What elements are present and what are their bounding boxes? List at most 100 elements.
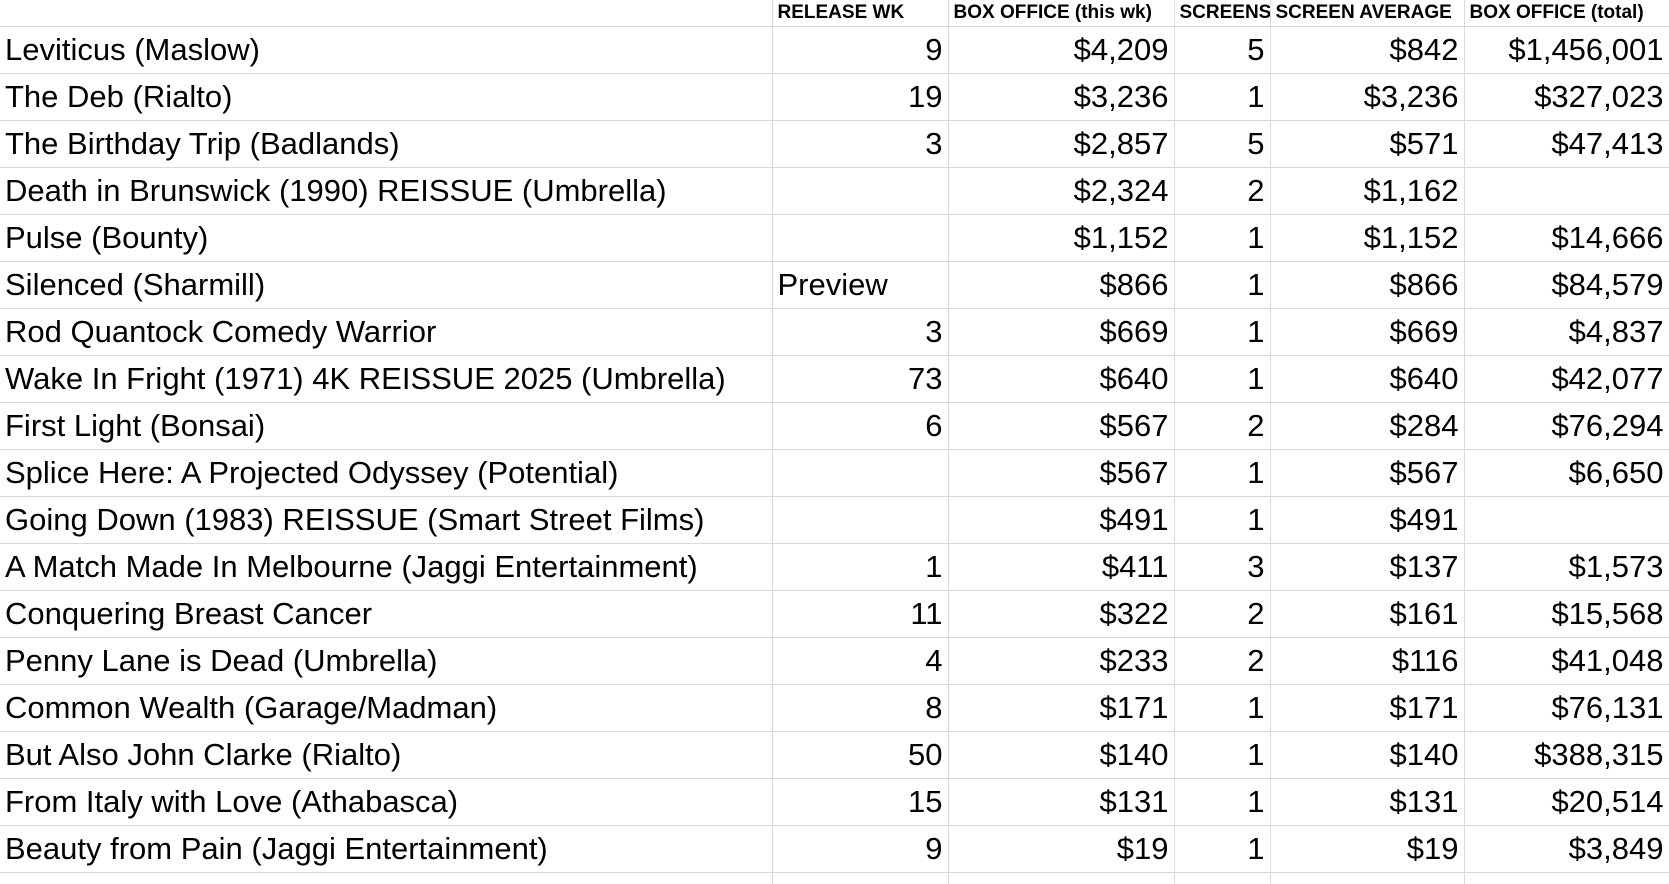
screen-average-cell[interactable]: $640 bbox=[1270, 355, 1465, 403]
screen-average-cell[interactable]: $131 bbox=[1270, 778, 1465, 826]
empty-cell[interactable] bbox=[1174, 872, 1271, 884]
screens-cell[interactable]: 2 bbox=[1174, 590, 1271, 638]
release-wk-cell[interactable]: 19 bbox=[772, 73, 949, 121]
box-office-week-cell[interactable]: $140 bbox=[948, 731, 1175, 779]
box-office-week-cell[interactable]: $4,209 bbox=[948, 26, 1175, 74]
box-office-total-cell[interactable]: $41,048 bbox=[1464, 637, 1669, 685]
release-wk-cell[interactable]: 8 bbox=[772, 684, 949, 732]
box-office-total-cell[interactable]: $47,413 bbox=[1464, 120, 1669, 168]
screen-average-cell[interactable]: $567 bbox=[1270, 449, 1465, 497]
box-office-total-cell[interactable]: $42,077 bbox=[1464, 355, 1669, 403]
release-wk-cell[interactable]: 73 bbox=[772, 355, 949, 403]
title-cell[interactable]: Penny Lane is Dead (Umbrella) bbox=[0, 637, 773, 685]
box-office-total-cell[interactable]: $327,023 bbox=[1464, 73, 1669, 121]
release-wk-cell[interactable]: 3 bbox=[772, 308, 949, 356]
screens-cell[interactable]: 1 bbox=[1174, 261, 1271, 309]
screens-cell[interactable]: 3 bbox=[1174, 543, 1271, 591]
box-office-total-cell[interactable]: $76,294 bbox=[1464, 402, 1669, 450]
empty-cell[interactable] bbox=[948, 872, 1175, 884]
box-office-week-cell[interactable]: $3,236 bbox=[948, 73, 1175, 121]
box-office-week-cell[interactable]: $411 bbox=[948, 543, 1175, 591]
screen-average-cell[interactable]: $116 bbox=[1270, 637, 1465, 685]
release-wk-cell[interactable]: Preview bbox=[772, 261, 949, 309]
screens-cell[interactable]: 2 bbox=[1174, 637, 1271, 685]
box-office-week-cell[interactable]: $2,857 bbox=[948, 120, 1175, 168]
release-wk-cell[interactable]: 4 bbox=[772, 637, 949, 685]
title-cell[interactable]: A Match Made In Melbourne (Jaggi Enterta… bbox=[0, 543, 773, 591]
box-office-total-cell[interactable]: $20,514 bbox=[1464, 778, 1669, 826]
box-office-total-cell[interactable]: $14,666 bbox=[1464, 214, 1669, 262]
screens-cell[interactable]: 1 bbox=[1174, 73, 1271, 121]
release-wk-cell[interactable]: 6 bbox=[772, 402, 949, 450]
screen-average-cell[interactable]: $491 bbox=[1270, 496, 1465, 544]
title-cell[interactable]: Splice Here: A Projected Odyssey (Potent… bbox=[0, 449, 773, 497]
box-office-total-cell[interactable]: $1,456,001 bbox=[1464, 26, 1669, 74]
box-office-total-cell[interactable]: $4,837 bbox=[1464, 308, 1669, 356]
release-wk-cell[interactable]: 9 bbox=[772, 825, 949, 873]
screens-cell[interactable]: 1 bbox=[1174, 684, 1271, 732]
release-wk-cell[interactable] bbox=[772, 214, 949, 262]
screen-average-cell[interactable]: $140 bbox=[1270, 731, 1465, 779]
header-cell-box-office-this-wk[interactable]: BOX OFFICE (this wk) bbox=[948, 0, 1175, 27]
screen-average-cell[interactable]: $284 bbox=[1270, 402, 1465, 450]
box-office-total-cell[interactable] bbox=[1464, 167, 1669, 215]
release-wk-cell[interactable]: 11 bbox=[772, 590, 949, 638]
header-cell-screen-average[interactable]: SCREEN AVERAGE bbox=[1270, 0, 1465, 27]
screen-average-cell[interactable]: $866 bbox=[1270, 261, 1465, 309]
title-cell[interactable]: First Light (Bonsai) bbox=[0, 402, 773, 450]
title-cell[interactable]: Pulse (Bounty) bbox=[0, 214, 773, 262]
header-cell-release-wk[interactable]: RELEASE WK bbox=[772, 0, 949, 27]
screen-average-cell[interactable]: $842 bbox=[1270, 26, 1465, 74]
box-office-week-cell[interactable]: $640 bbox=[948, 355, 1175, 403]
title-cell[interactable]: Beauty from Pain (Jaggi Entertainment) bbox=[0, 825, 773, 873]
title-cell[interactable]: Leviticus (Maslow) bbox=[0, 26, 773, 74]
title-cell[interactable]: The Birthday Trip (Badlands) bbox=[0, 120, 773, 168]
screens-cell[interactable]: 1 bbox=[1174, 731, 1271, 779]
release-wk-cell[interactable] bbox=[772, 167, 949, 215]
title-cell[interactable]: Silenced (Sharmill) bbox=[0, 261, 773, 309]
screens-cell[interactable]: 2 bbox=[1174, 402, 1271, 450]
release-wk-cell[interactable]: 15 bbox=[772, 778, 949, 826]
release-wk-cell[interactable]: 9 bbox=[772, 26, 949, 74]
screens-cell[interactable]: 1 bbox=[1174, 214, 1271, 262]
release-wk-cell[interactable]: 50 bbox=[772, 731, 949, 779]
title-cell[interactable]: Wake In Fright (1971) 4K REISSUE 2025 (U… bbox=[0, 355, 773, 403]
title-cell[interactable]: Rod Quantock Comedy Warrior bbox=[0, 308, 773, 356]
screens-cell[interactable]: 1 bbox=[1174, 825, 1271, 873]
box-office-total-cell[interactable]: $1,573 bbox=[1464, 543, 1669, 591]
title-cell[interactable]: Conquering Breast Cancer bbox=[0, 590, 773, 638]
screen-average-cell[interactable]: $137 bbox=[1270, 543, 1465, 591]
screen-average-cell[interactable]: $1,152 bbox=[1270, 214, 1465, 262]
box-office-total-cell[interactable]: $84,579 bbox=[1464, 261, 1669, 309]
box-office-week-cell[interactable]: $669 bbox=[948, 308, 1175, 356]
box-office-week-cell[interactable]: $2,324 bbox=[948, 167, 1175, 215]
title-cell[interactable]: But Also John Clarke (Rialto) bbox=[0, 731, 773, 779]
screens-cell[interactable]: 2 bbox=[1174, 167, 1271, 215]
box-office-week-cell[interactable]: $171 bbox=[948, 684, 1175, 732]
empty-cell[interactable] bbox=[1464, 872, 1669, 884]
release-wk-cell[interactable] bbox=[772, 449, 949, 497]
screens-cell[interactable]: 5 bbox=[1174, 26, 1271, 74]
screens-cell[interactable]: 1 bbox=[1174, 355, 1271, 403]
screen-average-cell[interactable]: $3,236 bbox=[1270, 73, 1465, 121]
screens-cell[interactable]: 1 bbox=[1174, 496, 1271, 544]
box-office-week-cell[interactable]: $233 bbox=[948, 637, 1175, 685]
header-cell-screens[interactable]: SCREENS bbox=[1174, 0, 1271, 27]
title-cell[interactable]: Going Down (1983) REISSUE (Smart Street … bbox=[0, 496, 773, 544]
release-wk-cell[interactable]: 1 bbox=[772, 543, 949, 591]
screens-cell[interactable]: 1 bbox=[1174, 308, 1271, 356]
release-wk-cell[interactable] bbox=[772, 496, 949, 544]
screens-cell[interactable]: 1 bbox=[1174, 449, 1271, 497]
screen-average-cell[interactable]: $161 bbox=[1270, 590, 1465, 638]
title-cell[interactable]: Death in Brunswick (1990) REISSUE (Umbre… bbox=[0, 167, 773, 215]
box-office-week-cell[interactable]: $322 bbox=[948, 590, 1175, 638]
screen-average-cell[interactable]: $1,162 bbox=[1270, 167, 1465, 215]
box-office-week-cell[interactable]: $1,152 bbox=[948, 214, 1175, 262]
box-office-week-cell[interactable]: $491 bbox=[948, 496, 1175, 544]
box-office-week-cell[interactable]: $567 bbox=[948, 449, 1175, 497]
screen-average-cell[interactable]: $19 bbox=[1270, 825, 1465, 873]
title-cell[interactable]: Common Wealth (Garage/Madman) bbox=[0, 684, 773, 732]
box-office-week-cell[interactable]: $567 bbox=[948, 402, 1175, 450]
box-office-total-cell[interactable]: $388,315 bbox=[1464, 731, 1669, 779]
box-office-total-cell[interactable]: $3,849 bbox=[1464, 825, 1669, 873]
